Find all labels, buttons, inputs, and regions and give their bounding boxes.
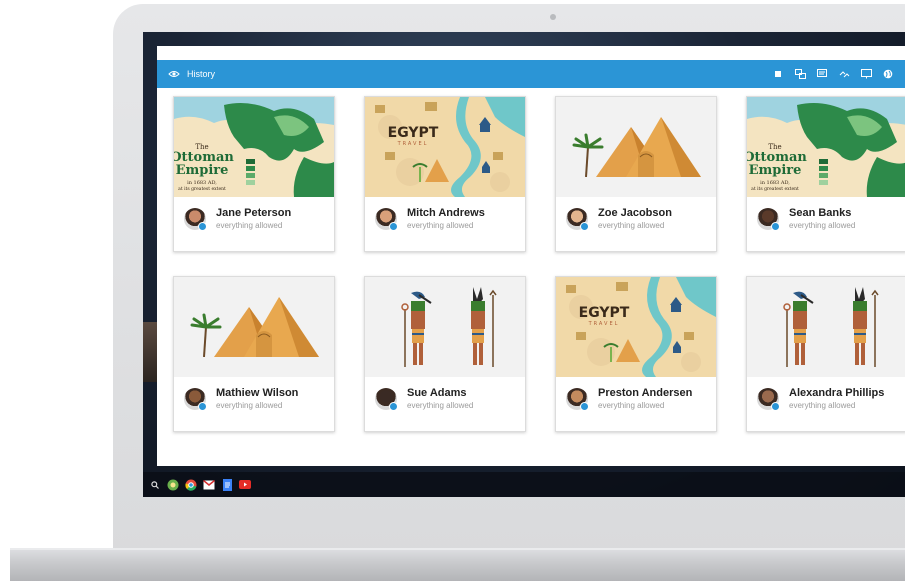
message-icon[interactable]: [815, 67, 829, 81]
avatar: [375, 208, 398, 231]
chrome-icon[interactable]: [185, 479, 197, 491]
docs-icon[interactable]: [221, 478, 233, 491]
online-status-dot: [771, 222, 780, 231]
student-name: Mathiew Wilson: [216, 387, 299, 399]
ottoman-empire-map-thumbnail[interactable]: The Ottoman Empire in 1683 AD, at its gr…: [174, 97, 334, 197]
map-caption-line: at its greatest extent: [751, 186, 799, 192]
student-status: everything allowed: [598, 401, 665, 410]
map-caption: TRAVEL: [397, 141, 429, 147]
student-card[interactable]: Alexandra Phillips everything allowed: [746, 276, 905, 432]
student-name: Sue Adams: [407, 387, 467, 399]
app-title: History: [187, 69, 216, 79]
student-name: Jane Peterson: [216, 207, 292, 219]
student-info: Zoe Jacobson everything allowed: [566, 207, 672, 231]
student-status: everything allowed: [789, 401, 856, 410]
student-card[interactable]: The Ottoman Empire in 1683 AD, at its gr…: [746, 96, 905, 252]
map-title-line: Empire: [176, 163, 229, 178]
eye-icon: [167, 67, 181, 81]
online-status-dot: [580, 222, 589, 231]
student-name: Mitch Andrews: [407, 207, 485, 219]
student-card[interactable]: EGYPT TRAVEL Preston Andersen everything…: [555, 276, 717, 432]
map-caption: TRAVEL: [588, 321, 620, 327]
student-status: everything allowed: [216, 401, 283, 410]
pyramids-sphinx-thumbnail[interactable]: [556, 97, 716, 197]
student-info: Jane Peterson everything allowed: [184, 207, 291, 231]
present-icon[interactable]: [859, 67, 873, 81]
online-status-dot: [771, 402, 780, 411]
avatar: [757, 208, 780, 231]
link-icon[interactable]: [837, 67, 851, 81]
map-caption-line: in 1683 AD,: [760, 180, 790, 186]
online-status-dot: [198, 402, 207, 411]
os-shelf: [143, 472, 905, 497]
student-name: Zoe Jacobson: [598, 207, 672, 219]
student-card[interactable]: Mathiew Wilson everything allowed: [173, 276, 335, 432]
desktop-wallpaper: [143, 322, 157, 382]
student-info: Sean Banks everything allowed: [757, 207, 855, 231]
window-titlebar: [157, 46, 905, 60]
ottoman-empire-map-thumbnail[interactable]: The Ottoman Empire in 1683 AD, at its gr…: [747, 97, 905, 197]
laptop-base: [10, 550, 905, 581]
student-status: everything allowed: [789, 221, 856, 230]
student-card[interactable]: Sue Adams everything allowed: [364, 276, 526, 432]
student-card[interactable]: Zoe Jacobson everything allowed: [555, 96, 717, 252]
student-grid: The Ottoman Empire in 1683 AD, at its gr…: [173, 96, 905, 432]
online-status-dot: [198, 222, 207, 231]
map-title: EGYPT: [388, 125, 439, 141]
webcam: [550, 14, 556, 20]
laptop-screen: History The Ottoman Empire in 1683 AD, a…: [143, 32, 905, 497]
student-status: everything allowed: [407, 401, 474, 410]
avatar: [184, 388, 207, 411]
egypt-travel-map-thumbnail[interactable]: EGYPT TRAVEL: [365, 97, 525, 197]
student-info: Mathiew Wilson everything allowed: [184, 387, 298, 411]
avatar: [184, 208, 207, 231]
student-status: everything allowed: [598, 221, 665, 230]
screens-icon[interactable]: [793, 67, 807, 81]
search-icon[interactable]: [149, 479, 161, 491]
student-card[interactable]: EGYPT TRAVEL Mitch Andrews everything al…: [364, 96, 526, 252]
student-status: everything allowed: [407, 221, 474, 230]
web-icon[interactable]: [881, 67, 895, 81]
online-status-dot: [389, 222, 398, 231]
pyramids-sphinx-thumbnail[interactable]: [174, 277, 334, 377]
online-status-dot: [580, 402, 589, 411]
student-name: Preston Andersen: [598, 387, 693, 399]
student-name: Alexandra Phillips: [789, 387, 885, 399]
toolbar: [771, 67, 905, 81]
student-info: Sue Adams everything allowed: [375, 387, 473, 411]
classroom-icon[interactable]: [167, 479, 179, 491]
map-caption-line: in 1683 AD,: [187, 180, 217, 186]
map-title-line: Empire: [749, 163, 802, 178]
student-name: Sean Banks: [789, 207, 852, 219]
egyptian-gods-thumbnail[interactable]: [747, 277, 905, 377]
egyptian-gods-thumbnail[interactable]: [365, 277, 525, 377]
egypt-travel-map-thumbnail[interactable]: EGYPT TRAVEL: [556, 277, 716, 377]
youtube-icon[interactable]: [239, 479, 251, 491]
avatar: [566, 208, 589, 231]
student-info: Mitch Andrews everything allowed: [375, 207, 485, 231]
student-card[interactable]: The Ottoman Empire in 1683 AD, at its gr…: [173, 96, 335, 252]
student-info: Preston Andersen everything allowed: [566, 387, 692, 411]
map-caption-line: at its greatest extent: [178, 186, 226, 192]
stop-icon[interactable]: [771, 67, 785, 81]
student-info: Alexandra Phillips everything allowed: [757, 387, 884, 411]
avatar: [757, 388, 780, 411]
student-status: everything allowed: [216, 221, 283, 230]
map-title: EGYPT: [579, 305, 630, 321]
avatar: [566, 388, 589, 411]
avatar: [375, 388, 398, 411]
online-status-dot: [389, 402, 398, 411]
gmail-icon[interactable]: [203, 479, 215, 491]
app-header: History: [157, 60, 905, 88]
